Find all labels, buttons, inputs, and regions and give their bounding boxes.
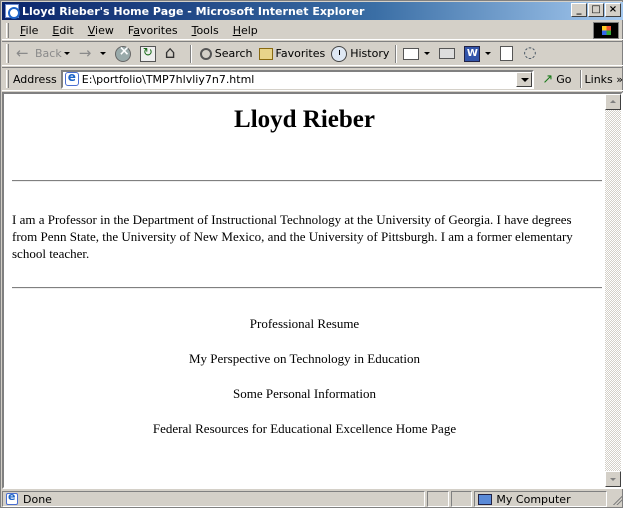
home-icon [165,43,181,63]
menu-view[interactable]: View [81,24,121,37]
page-icon [500,46,514,61]
refresh-button[interactable] [137,43,162,65]
horizontal-rule [12,287,602,289]
history-clock-icon [331,45,348,62]
refresh-icon [139,45,156,62]
back-button[interactable]: Back [13,43,76,65]
print-button[interactable] [436,43,461,65]
address-bar-grip[interactable] [6,70,9,88]
scroll-up-button[interactable] [605,94,621,110]
history-label: History [350,47,390,60]
menu-edit[interactable]: Edit [45,24,80,37]
menu-bar: File Edit View Favorites Tools Help [2,21,623,40]
links-separator [579,70,582,88]
my-computer-icon [478,493,493,505]
go-arrow-icon [542,72,556,87]
address-bar: Address E:\portfolio\TMP7hlvliy7n7.html … [2,67,623,91]
page-content: Lloyd Rieber I am a Professor in the Dep… [4,94,605,487]
menu-help[interactable]: Help [226,24,265,37]
back-label: Back [35,47,62,60]
links-button[interactable]: Links » [585,73,623,86]
menu-file[interactable]: File [13,24,45,37]
status-text: Done [23,492,52,506]
close-button[interactable]: × [605,3,621,17]
history-button[interactable]: History [328,43,392,65]
search-icon [199,47,212,60]
menu-favorites[interactable]: Favorites [121,24,185,37]
discuss-icon [522,43,538,62]
mail-button[interactable] [400,43,436,65]
back-dropdown-icon[interactable] [63,46,71,62]
window-controls: _ □ × [570,3,621,17]
back-arrow-icon [16,44,32,62]
page-viewport: Lloyd Rieber I am a Professor in the Dep… [2,92,623,489]
page-status-icon [6,490,18,505]
home-button[interactable] [162,43,187,65]
link-list: Professional Resume My Perspective on Te… [4,316,605,456]
link-free-home-page[interactable]: Federal Resources for Educational Excell… [4,421,605,456]
menu-bar-grip[interactable] [6,22,9,38]
stop-button[interactable] [112,43,137,65]
status-progress-panel [426,491,449,507]
forward-arrow-icon [79,44,95,62]
bio-paragraph: I am a Professor in the Department of In… [12,212,573,261]
browser-window: Lloyd Rieber's Home Page - Microsoft Int… [0,0,623,508]
status-bar: Done My Computer [2,490,623,508]
toolbar-grip[interactable] [6,44,9,63]
favorites-folder-icon [258,47,273,60]
status-security-panel [450,491,473,507]
menu-tools[interactable]: Tools [185,24,226,37]
link-professional-resume[interactable]: Professional Resume [4,316,605,351]
page-button[interactable] [497,43,519,65]
edit-button[interactable] [461,43,497,65]
forward-dropdown-icon[interactable] [99,46,107,62]
address-label: Address [12,72,57,86]
minimize-button[interactable]: _ [571,3,587,17]
go-label: Go [556,72,572,86]
internet-explorer-icon[interactable] [5,4,20,19]
printer-icon [439,48,456,59]
edit-dropdown-icon[interactable] [485,46,492,62]
page-ie-icon [64,70,79,86]
address-value[interactable]: E:\portfolio\TMP7hlvliy7n7.html [82,73,255,86]
standard-toolbar: Back Search Favorites History [2,41,623,66]
search-button[interactable]: Search [195,43,256,65]
address-input[interactable]: E:\portfolio\TMP7hlvliy7n7.html [60,69,535,89]
mail-dropdown-icon[interactable] [424,46,431,62]
toolbar-separator [395,44,398,63]
maximize-button[interactable]: □ [588,3,604,17]
word-edit-icon [464,45,481,62]
title-bar[interactable]: Lloyd Rieber's Home Page - Microsoft Int… [2,2,623,20]
stop-icon [114,44,131,62]
mail-icon [403,47,420,60]
forward-button[interactable] [76,43,112,65]
scroll-down-button[interactable] [605,471,621,487]
windows-logo-throbber-icon [593,22,619,39]
horizontal-rule [12,180,602,182]
vertical-scrollbar[interactable] [605,94,621,487]
link-personal-information[interactable]: Some Personal Information [4,386,605,421]
address-dropdown-button[interactable] [516,71,533,87]
discuss-button[interactable] [519,43,544,65]
zone-label: My Computer [496,492,571,506]
link-technology-perspective[interactable]: My Perspective on Technology in Educatio… [4,351,605,386]
favorites-label: Favorites [275,47,326,60]
toolbar-separator [189,44,192,63]
resize-grip[interactable] [609,492,623,506]
window-title: Lloyd Rieber's Home Page - Microsoft Int… [22,4,365,18]
page-heading: Lloyd Rieber [234,106,375,133]
status-text-panel: Done [2,490,425,507]
search-label: Search [214,47,253,60]
favorites-button[interactable]: Favorites [256,43,329,65]
go-button[interactable]: Go [542,72,571,87]
status-zone-panel: My Computer [474,491,608,507]
